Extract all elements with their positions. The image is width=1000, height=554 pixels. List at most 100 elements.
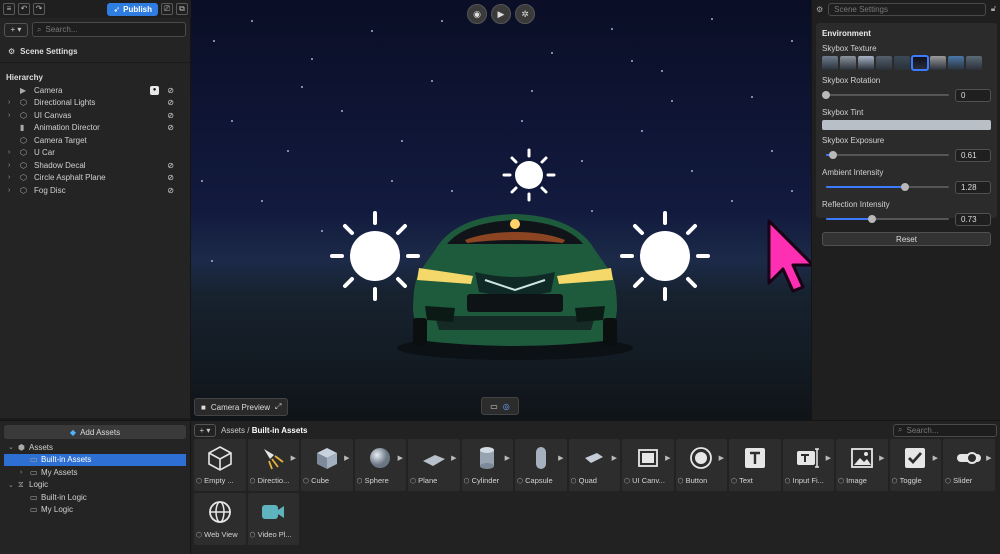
chevron-right-icon[interactable]: › xyxy=(8,187,20,194)
asset-tree-item[interactable]: ▭ Built-in Logic xyxy=(0,491,190,504)
skybox-tint-color-swatch[interactable] xyxy=(822,120,991,130)
debug-icon[interactable]: ✲ xyxy=(515,4,535,24)
ambient-intensity-slider[interactable] xyxy=(826,183,949,191)
skybox-thumbnail[interactable] xyxy=(822,56,838,70)
play-arrow-icon[interactable]: ▶ xyxy=(879,454,884,462)
breadcrumb-root[interactable]: Assets xyxy=(221,426,245,435)
asset-tile[interactable]: ▶ ⬡ Capsule xyxy=(515,439,567,491)
hierarchy-item[interactable]: › ⬡ UI Canvas ⊘ xyxy=(0,109,190,122)
asset-search[interactable]: ⌕ xyxy=(893,423,997,437)
skybox-thumbnail[interactable] xyxy=(858,56,874,70)
chevron-icon[interactable]: ⌄ xyxy=(8,481,18,489)
asset-tree-item[interactable]: ▭ Built-in Assets xyxy=(4,453,186,466)
play-arrow-icon[interactable]: ▶ xyxy=(344,454,349,462)
play-icon[interactable]: ▶ xyxy=(491,4,511,24)
hierarchy-item[interactable]: › ⬡ Shadow Decal ⊘ xyxy=(0,159,190,172)
visibility-toggle-icon[interactable]: ⊘ xyxy=(167,173,174,182)
asset-tree-item[interactable]: ⌄ ⬢ Assets xyxy=(0,441,190,454)
asset-tile[interactable]: ⬡ Empty ... xyxy=(194,439,246,491)
visibility-toggle-icon[interactable]: ⊘ xyxy=(167,98,174,107)
skybox-exposure-input[interactable]: 0.61 xyxy=(955,148,991,162)
play-arrow-icon[interactable]: ▶ xyxy=(398,454,403,462)
add-object-button[interactable]: + ▾ xyxy=(4,22,28,37)
preview-icon[interactable]: ⎚ xyxy=(161,3,173,15)
skybox-thumbnail[interactable] xyxy=(876,56,892,70)
asset-tile[interactable]: ▶ ⬡ Input Fi... xyxy=(782,439,834,491)
chevron-right-icon[interactable]: › xyxy=(8,99,20,106)
hierarchy-item[interactable]: › ⬡ Circle Asphalt Plane ⊘ xyxy=(0,172,190,185)
asset-tile[interactable]: ▶ ⬡ Cube xyxy=(301,439,353,491)
asset-tile[interactable]: ▶ ⬡ UI Canv... xyxy=(622,439,674,491)
visibility-toggle-icon[interactable]: ⊘ xyxy=(167,161,174,170)
skybox-exposure-slider[interactable] xyxy=(826,151,949,159)
add-assets-button[interactable]: ◆ Add Assets xyxy=(4,425,186,439)
reflection-intensity-slider[interactable] xyxy=(826,215,949,223)
visibility-toggle-icon[interactable]: ⊘ xyxy=(167,86,174,95)
gizmo-icon[interactable]: ◎ xyxy=(503,402,510,411)
asset-tile[interactable]: ▶ ⬡ Cylinder xyxy=(461,439,513,491)
view-mode-toggle[interactable]: ▭ ◎ xyxy=(481,397,519,415)
chevron-icon[interactable]: › xyxy=(20,469,30,476)
reflection-intensity-input[interactable]: 0.73 xyxy=(955,212,991,226)
skybox-thumbnail[interactable] xyxy=(840,56,856,70)
slider-handle[interactable] xyxy=(867,215,876,223)
screenshot-icon[interactable]: ◉ xyxy=(467,4,487,24)
hierarchy-item[interactable]: ⬡ Camera Target xyxy=(0,134,190,147)
hierarchy-search[interactable]: ⌕ xyxy=(32,22,186,37)
asset-tile[interactable]: ▶ ⬡ Toggle xyxy=(889,439,941,491)
asset-tile[interactable]: ▶ ⬡ Slider xyxy=(943,439,995,491)
expand-icon[interactable]: ⤢ xyxy=(275,402,281,412)
light-gizmo-icon[interactable] xyxy=(501,147,557,203)
slider-handle[interactable] xyxy=(829,151,838,159)
play-arrow-icon[interactable]: ▶ xyxy=(986,454,991,462)
play-arrow-icon[interactable]: ▶ xyxy=(558,454,563,462)
asset-tree-item[interactable]: › ▭ My Assets xyxy=(0,466,190,479)
add-asset-button[interactable]: + ▾ xyxy=(194,423,216,437)
reset-button[interactable]: Reset xyxy=(822,232,991,246)
asset-tree-item[interactable]: ⌄ ⧖ Logic xyxy=(0,479,190,492)
monitor-icon[interactable]: ▭ xyxy=(490,402,498,411)
asset-tile[interactable]: ▶ ⬡ Image xyxy=(836,439,888,491)
play-arrow-icon[interactable]: ▶ xyxy=(505,454,510,462)
chevron-right-icon[interactable]: › xyxy=(8,162,20,169)
skybox-rotation-slider[interactable] xyxy=(822,91,949,99)
skybox-thumbnail[interactable] xyxy=(948,56,964,70)
visibility-toggle-icon[interactable]: ⊘ xyxy=(167,123,174,132)
asset-tile[interactable]: ⬡ Web View xyxy=(194,493,246,545)
skybox-rotation-input[interactable]: 0 xyxy=(955,88,991,102)
play-arrow-icon[interactable]: ▶ xyxy=(291,454,296,462)
visibility-toggle-icon[interactable]: ⊘ xyxy=(167,111,174,120)
play-arrow-icon[interactable]: ▶ xyxy=(719,454,724,462)
play-arrow-icon[interactable]: ▶ xyxy=(451,454,456,462)
publish-button[interactable]: ➶ Publish xyxy=(107,2,158,16)
play-arrow-icon[interactable]: ▶ xyxy=(933,454,938,462)
asset-tree-item[interactable]: ▭ My Logic xyxy=(0,504,190,517)
scene-settings-item[interactable]: ⚙ Scene Settings xyxy=(0,41,190,63)
asset-tile[interactable]: ▶ ⬡ Plane xyxy=(408,439,460,491)
chevron-icon[interactable]: ⌄ xyxy=(8,443,18,451)
asset-tile[interactable]: ▶ ⬡ Sphere xyxy=(354,439,406,491)
active-camera-icon[interactable]: ● xyxy=(150,85,159,95)
slider-handle[interactable] xyxy=(822,91,830,99)
play-arrow-icon[interactable]: ▶ xyxy=(665,454,670,462)
menu-icon[interactable]: ≡ xyxy=(3,3,15,15)
skybox-thumbnail[interactable] xyxy=(930,56,946,70)
undo-icon[interactable]: ↶ xyxy=(18,3,30,15)
scene-viewport[interactable]: ◉ ▶ ✲ ■ Camera Preview ⤢ ▭ ◎ xyxy=(191,0,811,420)
share-icon[interactable]: ⧉ xyxy=(176,3,188,15)
chevron-right-icon[interactable]: › xyxy=(8,149,20,156)
visibility-toggle-icon[interactable]: ⊘ xyxy=(167,186,174,195)
hierarchy-item[interactable]: › ⬡ Directional Lights ⊘ xyxy=(0,97,190,110)
hierarchy-item[interactable]: › ⬡ U Car xyxy=(0,147,190,160)
asset-tile[interactable]: ⬡ Video Pl... xyxy=(247,493,299,545)
play-arrow-icon[interactable]: ▶ xyxy=(612,454,617,462)
asset-tile[interactable]: ▶ ⬡ Directio... xyxy=(247,439,299,491)
car-model[interactable] xyxy=(395,210,635,360)
asset-tile[interactable]: ▶ ⬡ Button xyxy=(675,439,727,491)
hierarchy-item[interactable]: ▮ Animation Director ⊘ xyxy=(0,122,190,135)
slider-handle[interactable] xyxy=(900,183,909,191)
skybox-thumbnail[interactable] xyxy=(966,56,982,70)
chevron-right-icon[interactable]: › xyxy=(8,112,20,119)
play-arrow-icon[interactable]: ▶ xyxy=(826,454,831,462)
asset-search-input[interactable] xyxy=(906,425,992,435)
